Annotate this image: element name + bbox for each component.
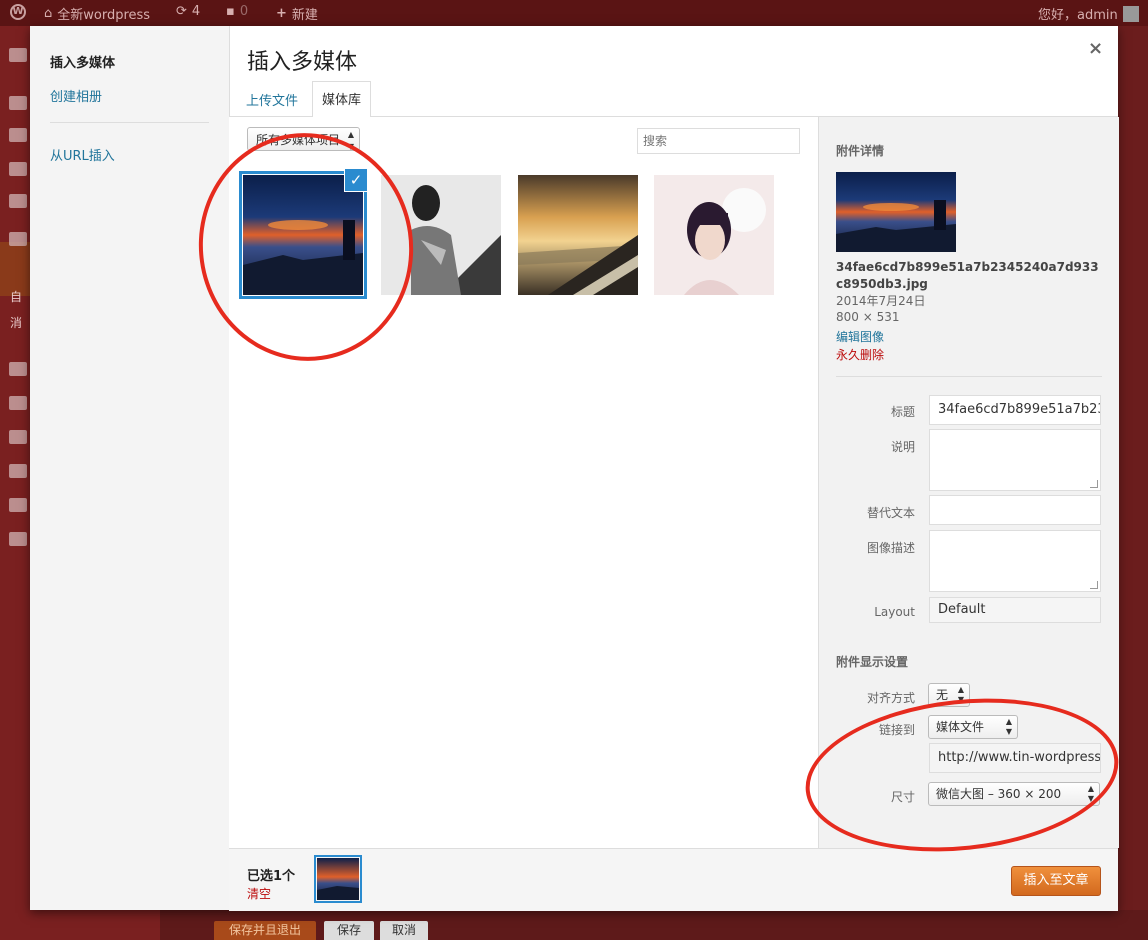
selection-count: 已选1个: [247, 869, 296, 884]
insert-into-post-button[interactable]: 插入至文章: [1011, 866, 1101, 896]
menu-divider: [50, 122, 209, 123]
attachments-browser: 所有多媒体项目 ▲▼ ✓: [229, 117, 818, 848]
media-menu: 插入多媒体 创建相册 从URL插入: [30, 26, 230, 910]
attachment-thumbnail[interactable]: [654, 175, 774, 295]
selection-thumbnail[interactable]: [314, 855, 362, 903]
link-to-value: 媒体文件: [936, 720, 985, 734]
attachment-dimensions: 800 × 531: [836, 310, 900, 324]
plugin-icon[interactable]: [9, 396, 27, 410]
tab-upload[interactable]: 上传文件: [237, 88, 307, 116]
attachment-thumbnail[interactable]: ✓: [239, 168, 368, 299]
attachment-thumbnail[interactable]: [381, 175, 501, 295]
description-label: 图像描述: [866, 541, 915, 555]
caption-textarea[interactable]: [929, 429, 1101, 491]
avatar: [1122, 5, 1139, 22]
media-icon[interactable]: [9, 128, 27, 142]
attachment-details-sidebar: 附件详情 34fae6cd7b899e51a7b2345240a7d933c89…: [818, 117, 1119, 848]
wordpress-logo-icon[interactable]: W: [10, 4, 26, 20]
plus-icon: +: [276, 6, 287, 21]
menu-insert-from-url[interactable]: 从URL插入: [50, 145, 115, 164]
admin-bar: W ⌂ 全新wordpress ⟳ 4 ▪ 0 + 新建 您好，admin: [0, 0, 1148, 26]
media-toolbar: 已选1个 清空 插入至文章: [229, 848, 1118, 911]
sunset-harbor-image: [243, 175, 363, 295]
search-input[interactable]: [637, 128, 800, 154]
details-preview-image: [836, 172, 956, 252]
details-divider: [836, 376, 1102, 377]
comment-icon: ▪: [226, 4, 235, 19]
collapse-icon[interactable]: [9, 532, 27, 546]
tab-media-library[interactable]: 媒体库: [312, 81, 372, 118]
menu-partial-label-1[interactable]: 自: [10, 288, 22, 305]
close-icon[interactable]: ×: [1088, 38, 1103, 59]
alt-text-label: 替代文本: [866, 506, 915, 520]
selected-check-icon[interactable]: ✓: [344, 168, 368, 192]
clear-selection-link[interactable]: 清空: [247, 885, 271, 902]
media-router: 上传文件 媒体库: [229, 80, 1118, 118]
details-heading: 附件详情: [836, 144, 885, 158]
modal-title: 插入多媒体: [247, 50, 358, 75]
filter-selected: 所有多媒体项目: [256, 133, 341, 147]
dashboard-icon[interactable]: [9, 48, 27, 62]
wrench-icon[interactable]: [9, 464, 27, 478]
comments-link[interactable]: ▪ 0: [226, 4, 248, 19]
media-modal: 插入多媒体 创建相册 从URL插入 插入多媒体 × 上传文件 媒体库 所有多媒体…: [30, 26, 1119, 911]
brush-icon[interactable]: [9, 362, 27, 376]
attachment-filename: 34fae6cd7b899e51a7b2345240a7d933c8950db3…: [836, 260, 1099, 291]
media-filter-select[interactable]: 所有多媒体项目 ▲ ▼: [247, 127, 360, 151]
site-name-link[interactable]: ⌂ 全新wordpress: [44, 4, 150, 23]
align-label: 对齐方式: [866, 691, 915, 705]
account-menu[interactable]: 您好，admin: [1038, 4, 1139, 23]
user-icon[interactable]: [9, 430, 27, 444]
save-exit-button[interactable]: 保存并且退出: [214, 921, 316, 940]
attachment-thumbnail[interactable]: [518, 175, 638, 295]
layout-label: Layout: [874, 605, 915, 619]
settings-icon[interactable]: [9, 498, 27, 512]
title-label: 标题: [890, 405, 915, 419]
description-textarea[interactable]: [929, 530, 1101, 592]
size-select[interactable]: 微信大图 – 360 × 200 ▲ ▼: [928, 782, 1100, 806]
updates-link[interactable]: ⟳ 4: [176, 4, 200, 19]
new-content-link[interactable]: + 新建: [276, 4, 318, 23]
delete-permanently-link[interactable]: 永久删除: [836, 346, 884, 363]
save-button[interactable]: 保存: [324, 921, 374, 940]
link-url-input[interactable]: http://www.tin-wordpress.co: [929, 743, 1101, 773]
comments-count: 0: [239, 4, 249, 19]
woman-bw-image: [381, 175, 501, 295]
select-arrows-icon: ▲ ▼: [347, 130, 354, 151]
caption-label: 说明: [890, 440, 915, 454]
select-arrows-icon: ▲ ▼: [1087, 784, 1094, 803]
title-input[interactable]: 34fae6cd7b899e51a7b2345: [929, 395, 1101, 425]
link-to-select[interactable]: 媒体文件 ▲ ▼: [928, 715, 1018, 739]
seaside-path-image: [518, 175, 638, 295]
select-arrows-icon: ▲ ▼: [957, 685, 964, 704]
users-group-icon[interactable]: [9, 232, 27, 246]
comments-icon[interactable]: [9, 194, 27, 208]
select-arrows-icon: ▲ ▼: [1005, 717, 1012, 736]
menu-partial-label-2[interactable]: 消: [10, 314, 22, 331]
home-icon: ⌂: [44, 6, 53, 21]
layout-select[interactable]: Default: [929, 597, 1101, 623]
girl-portrait-image: [654, 175, 774, 295]
align-value: 无: [936, 688, 949, 702]
pages-icon[interactable]: [9, 162, 27, 176]
cancel-button[interactable]: 取消: [380, 921, 428, 940]
pin-icon[interactable]: [9, 96, 27, 110]
menu-insert-media[interactable]: 插入多媒体: [50, 52, 115, 71]
alt-text-input[interactable]: [929, 495, 1101, 525]
size-value: 微信大图 – 360 × 200: [936, 787, 1062, 801]
attachment-date: 2014年7月24日: [836, 294, 926, 308]
refresh-icon: ⟳: [176, 4, 187, 19]
link-to-label: 链接到: [878, 723, 915, 737]
updates-count: 4: [191, 4, 201, 19]
size-label: 尺寸: [890, 790, 915, 804]
edit-image-link[interactable]: 编辑图像: [836, 328, 884, 345]
display-settings-heading: 附件显示设置: [836, 655, 909, 669]
menu-create-gallery[interactable]: 创建相册: [50, 86, 102, 105]
greeting: 您好，admin: [1038, 8, 1118, 23]
new-label: 新建: [291, 8, 318, 23]
site-name: 全新wordpress: [57, 8, 151, 23]
align-select[interactable]: 无 ▲ ▼: [928, 683, 970, 707]
